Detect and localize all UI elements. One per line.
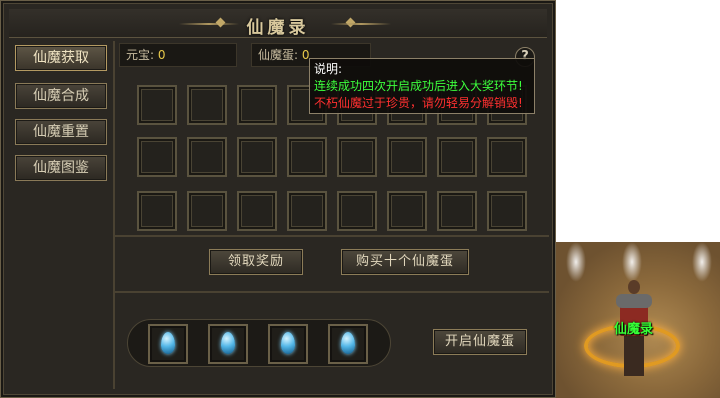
npc-armor [616,294,652,308]
title-bar: 仙魔录 [9,9,547,38]
grid-slot[interactable] [337,191,377,231]
grid-slot[interactable] [487,191,527,231]
egg-count-label: 仙魔蛋: [258,48,299,62]
egg-slot[interactable] [208,324,248,364]
xianmo-panel: 仙魔录 仙魔获取 仙魔合成 仙魔重置 仙魔图鉴 元宝: 0 仙魔蛋: 0 ? 领… [0,0,556,398]
bottom-divider [115,291,549,293]
title-ornament-right [331,23,391,25]
buy-ten-eggs-button[interactable]: 购买十个仙魔蛋 [341,249,469,275]
npc-name-label[interactable]: 仙魔录 [614,318,653,337]
grid-slot[interactable] [487,137,527,177]
sidebar-item-synthesize[interactable]: 仙魔合成 [15,83,107,109]
egg-slot[interactable] [328,324,368,364]
grid-slot[interactable] [137,137,177,177]
sidebar-item-acquire[interactable]: 仙魔获取 [15,45,107,71]
grid-slot[interactable] [387,137,427,177]
tooltip-line-green: 连续成功四次开启成功后进入大奖环节! [314,79,523,93]
grid-slot[interactable] [287,191,327,231]
npc-legs [624,336,644,376]
game-scene-npc: 仙魔录 [556,242,720,398]
sidebar-item-gallery[interactable]: 仙魔图鉴 [15,155,107,181]
sidebar-divider [113,41,115,389]
egg-icon [281,332,295,354]
grid-divider [115,235,549,237]
grid-slot[interactable] [137,85,177,125]
yuanbao-value: 0 [157,48,166,62]
grid-slot[interactable] [187,137,227,177]
help-tooltip: 说明: 连续成功四次开启成功后进入大奖环节! 不朽仙魔过于珍贵，请勿轻易分解销毁… [309,58,535,114]
grid-slot[interactable] [387,191,427,231]
sidebar-item-reset[interactable]: 仙魔重置 [15,119,107,145]
egg-icon [161,332,175,354]
egg-icon [221,332,235,354]
egg-slot[interactable] [148,324,188,364]
tooltip-title: 说明: [314,62,343,76]
grid-slot[interactable] [287,137,327,177]
claim-reward-button[interactable]: 领取奖励 [209,249,303,275]
egg-slot[interactable] [268,324,308,364]
grid-slot[interactable] [237,137,277,177]
light-glow-icon [566,242,586,282]
grid-slot[interactable] [437,191,477,231]
yuanbao-display: 元宝: 0 [119,43,237,67]
grid-slot[interactable] [337,137,377,177]
grid-slot[interactable] [137,191,177,231]
grid-slot[interactable] [237,191,277,231]
grid-slot[interactable] [237,85,277,125]
egg-icon [341,332,355,354]
light-glow-icon [622,242,642,282]
open-egg-button[interactable]: 开启仙魔蛋 [433,329,527,355]
npc-head [628,280,640,294]
grid-slot[interactable] [187,85,227,125]
tooltip-line-red: 不朽仙魔过于珍贵，请勿轻易分解销毁! [314,96,523,110]
egg-tray [127,319,391,367]
window-title: 仙魔录 [246,18,310,38]
yuanbao-label: 元宝: [126,48,155,62]
grid-slot[interactable] [437,137,477,177]
light-glow-icon [692,242,712,282]
grid-slot[interactable] [187,191,227,231]
